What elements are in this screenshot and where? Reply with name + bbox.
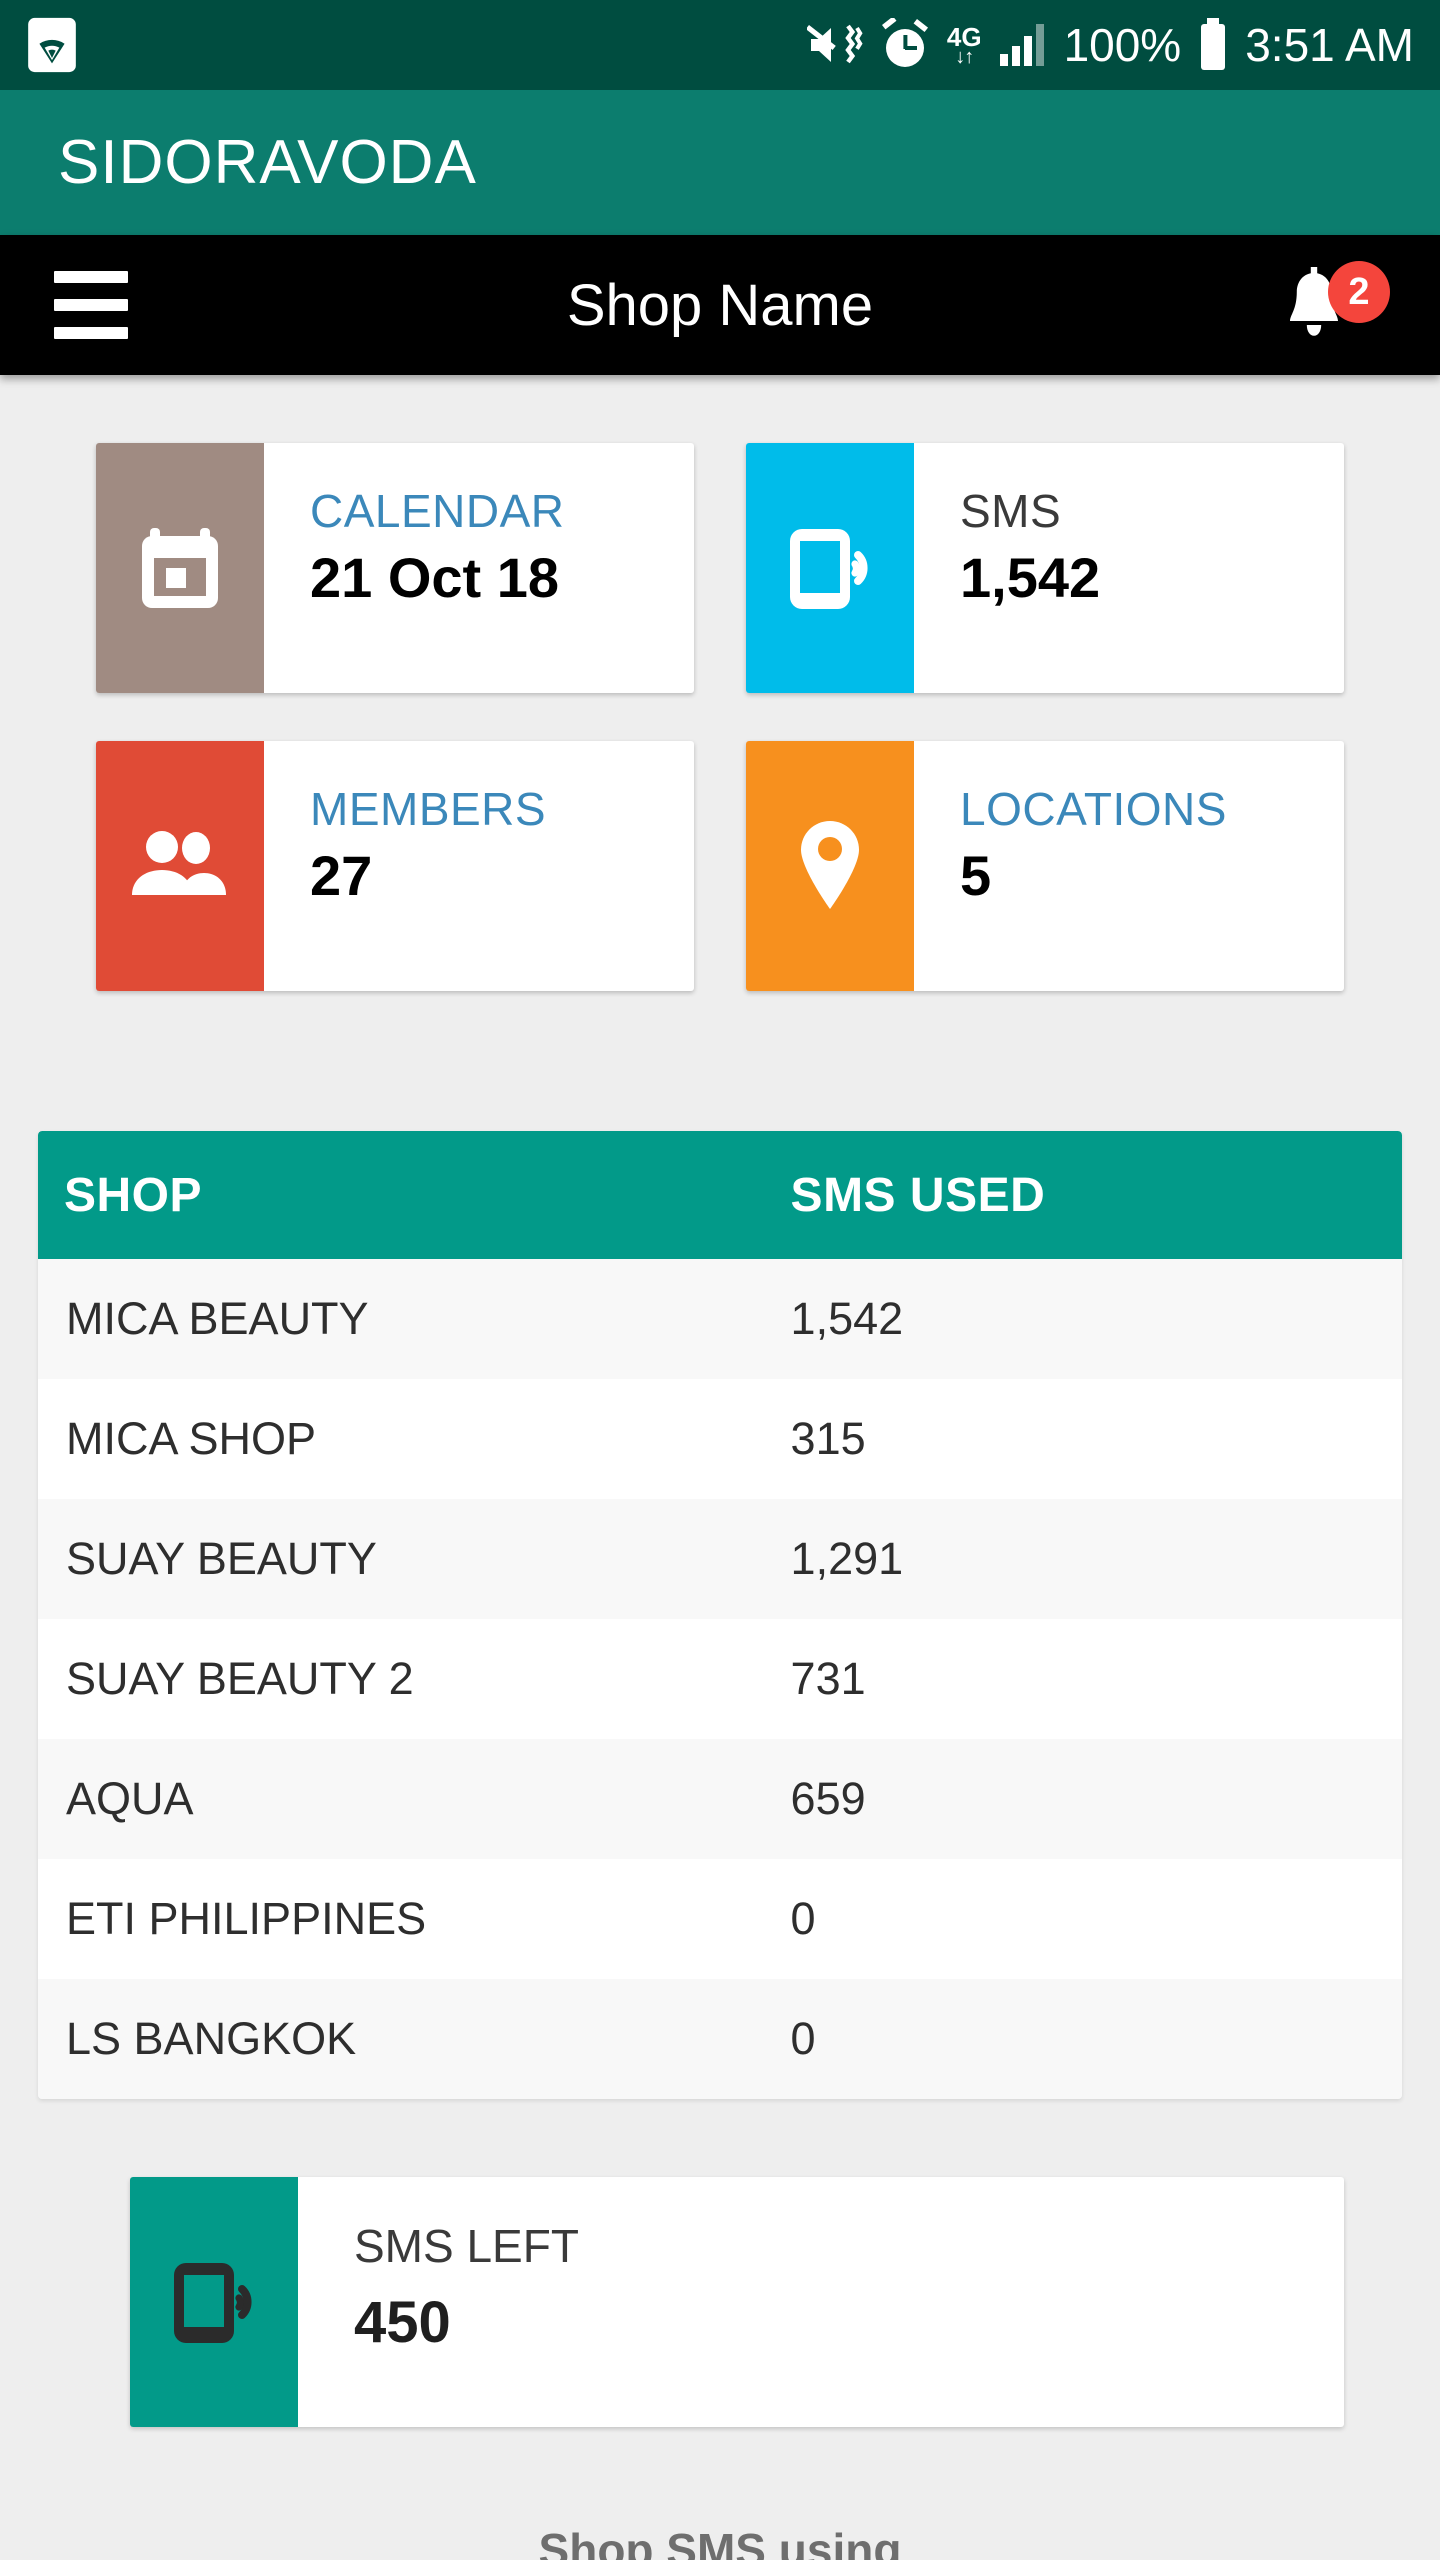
members-card-label: MEMBERS [310, 783, 547, 835]
signal-bars-icon [998, 22, 1048, 68]
table-cell-sms-used: 1,291 [790, 1533, 904, 1584]
app-brand-title: SIDORAVODA [58, 128, 477, 197]
wifi-icon [26, 16, 78, 74]
table-cell-sms-used: 0 [790, 2013, 816, 2064]
table-cell-shop: MICA BEAUTY [66, 1293, 369, 1344]
stat-card-members[interactable]: MEMBERS 27 [96, 741, 694, 991]
locations-card-value: 5 [960, 844, 992, 908]
table-header-sms-used: SMS USED [790, 1168, 1046, 1222]
dashboard-content: CALENDAR 21 Oct 18 SMS 1,542 MEMBERS 27 … [0, 375, 1440, 2560]
page-title: Shop Name [566, 272, 874, 338]
sms-left-icon-panel [130, 2177, 298, 2427]
table-cell-sms-used: 315 [790, 1413, 866, 1464]
table-cell-shop: SUAY BEAUTY [66, 1533, 377, 1584]
table-cell-sms-used: 0 [790, 1893, 816, 1944]
notifications-button[interactable]: 2 [1266, 255, 1390, 355]
members-card-icon-panel [96, 741, 264, 991]
sms-usage-table: SHOP SMS USED MICA BEAUTY 1,542 MICA SHO… [38, 1131, 1402, 2099]
locations-card-label: LOCATIONS [960, 783, 1227, 835]
network-type-icon: 4G ↓↑ [947, 24, 982, 67]
calendar-card-body: CALENDAR 21 Oct 18 [264, 443, 694, 693]
table-body: MICA BEAUTY 1,542 MICA SHOP 315 SUAY BEA… [38, 1259, 1402, 2099]
hamburger-bar [54, 271, 128, 283]
locations-card-icon-panel [746, 741, 914, 991]
table-cell-shop: MICA SHOP [66, 1413, 317, 1464]
status-bar-right: 4G ↓↑ 100% 3:51 AM [806, 18, 1414, 72]
table-row[interactable]: AQUA 659 [38, 1739, 1402, 1859]
hamburger-bar [54, 299, 128, 311]
sms-card-body: SMS 1,542 [914, 443, 1344, 693]
locations-card-body: LOCATIONS 5 [914, 741, 1344, 991]
clock-label: 3:51 AM [1245, 19, 1414, 71]
sms-left-section: SMS LEFT 450 [0, 2099, 1440, 2427]
hamburger-menu-icon[interactable] [54, 271, 128, 339]
chart-section-title: Shop SMS using [538, 2524, 902, 2560]
table-row[interactable]: LS BANGKOK 0 [38, 1979, 1402, 2099]
sms-left-body: SMS LEFT 450 [298, 2177, 579, 2427]
battery-full-icon [1197, 18, 1229, 72]
map-pin-icon [801, 821, 859, 909]
table-row[interactable]: SUAY BEAUTY 1,291 [38, 1499, 1402, 1619]
stat-card-sms[interactable]: SMS 1,542 [746, 443, 1344, 693]
notification-badge: 2 [1328, 261, 1390, 323]
calendar-card-icon-panel [96, 443, 264, 693]
table-cell-shop: SUAY BEAUTY 2 [66, 1653, 414, 1704]
table-cell-shop: LS BANGKOK [66, 2013, 357, 2064]
table-row[interactable]: ETI PHILIPPINES 0 [38, 1859, 1402, 1979]
stat-card-locations[interactable]: LOCATIONS 5 [746, 741, 1344, 991]
sms-left-label: SMS LEFT [354, 2220, 579, 2272]
battery-percent-label: 100% [1063, 19, 1182, 71]
table-cell-sms-used: 1,542 [790, 1293, 904, 1344]
status-bar-left [26, 16, 78, 74]
brand-bar: SIDORAVODA [0, 90, 1440, 235]
mute-vibrate-icon [806, 19, 863, 71]
sms-card-value: 1,542 [960, 546, 1101, 610]
table-cell-sms-used: 731 [790, 1653, 866, 1704]
sms-card-icon-panel [746, 443, 914, 693]
status-bar: 4G ↓↑ 100% 3:51 AM [0, 0, 1440, 90]
alarm-clock-icon [879, 18, 931, 72]
hamburger-bar [54, 327, 128, 339]
table-header-shop: SHOP [64, 1168, 203, 1222]
people-icon [132, 831, 226, 895]
calendar-card-label: CALENDAR [310, 485, 565, 537]
table-row[interactable]: SUAY BEAUTY 2 731 [38, 1619, 1402, 1739]
table-row[interactable]: MICA SHOP 315 [38, 1379, 1402, 1499]
stat-card-calendar[interactable]: CALENDAR 21 Oct 18 [96, 443, 694, 693]
table-cell-shop: ETI PHILIPPINES [66, 1893, 427, 1944]
sms-left-card[interactable]: SMS LEFT 450 [130, 2177, 1344, 2427]
network-data-arrows: ↓↑ [955, 45, 974, 68]
table-row[interactable]: MICA BEAUTY 1,542 [38, 1259, 1402, 1379]
members-card-value: 27 [310, 844, 373, 908]
table-cell-sms-used: 659 [790, 1773, 866, 1824]
stat-card-grid: CALENDAR 21 Oct 18 SMS 1,542 MEMBERS 27 … [0, 375, 1440, 991]
phone-sms-icon [174, 2263, 252, 2343]
sms-left-value: 450 [354, 2290, 451, 2355]
sms-card-label: SMS [960, 485, 1062, 537]
phone-sms-icon [790, 529, 868, 609]
members-card-body: MEMBERS 27 [264, 741, 694, 991]
app-toolbar: Shop Name 2 [0, 235, 1440, 375]
calendar-card-value: 21 Oct 18 [310, 546, 560, 610]
calendar-icon [142, 528, 218, 608]
table-header-row: SHOP SMS USED [38, 1131, 1402, 1259]
table-cell-shop: AQUA [66, 1773, 194, 1824]
